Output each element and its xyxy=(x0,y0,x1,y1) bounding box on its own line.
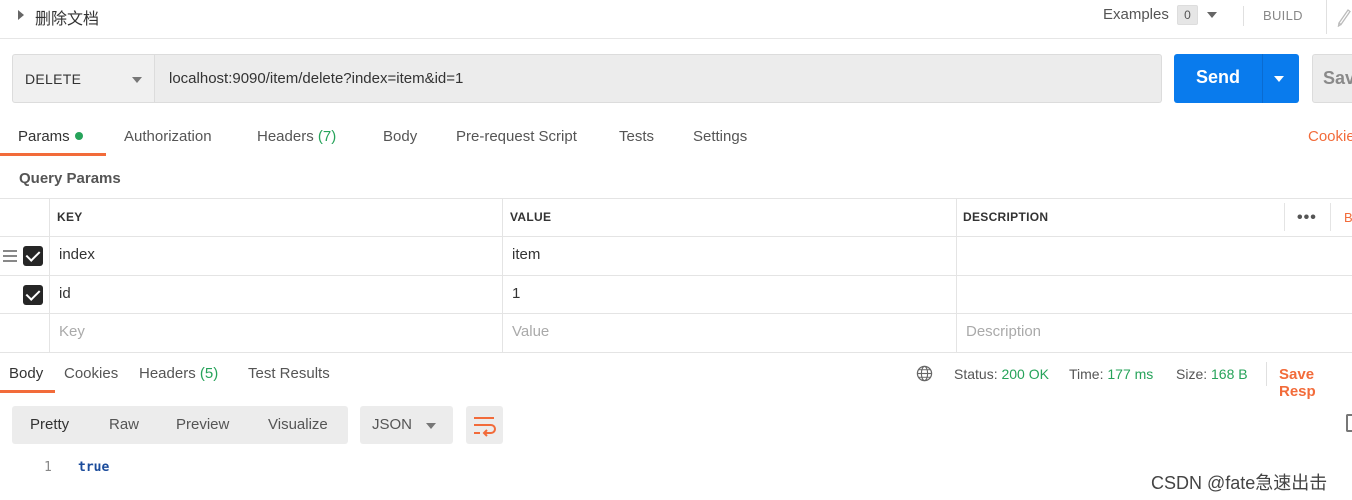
time-label: Time: xyxy=(1069,366,1104,382)
line-number: 1 xyxy=(44,460,52,475)
size-label: Size: xyxy=(1176,366,1208,382)
response-tab-cookies[interactable]: Cookies xyxy=(64,365,118,382)
new-value-input[interactable]: Value xyxy=(512,323,549,340)
table-border xyxy=(502,198,503,352)
headers-count: (7) xyxy=(317,128,337,145)
url-input[interactable]: localhost:9090/item/delete?index=item&id… xyxy=(155,54,1162,103)
size-value: 168 B xyxy=(1211,366,1248,382)
view-mode-raw[interactable]: Raw xyxy=(109,416,139,433)
param-enabled-checkbox[interactable] xyxy=(23,246,43,266)
send-label: Send xyxy=(1196,67,1241,87)
response-tab-test-results[interactable]: Test Results xyxy=(248,365,330,382)
examples-dropdown-icon[interactable] xyxy=(1207,12,1217,18)
tab-authorization[interactable]: Authorization xyxy=(124,128,212,145)
table-border xyxy=(956,198,957,352)
tab-settings[interactable]: Settings xyxy=(693,128,747,145)
response-time: Time: 177 ms xyxy=(1069,366,1153,382)
globe-icon[interactable] xyxy=(916,365,933,382)
status-value: 200 OK xyxy=(1001,366,1049,382)
response-tab-headers[interactable]: Headers (5) xyxy=(139,365,218,382)
params-active-dot xyxy=(74,132,83,140)
bulk-edit-link[interactable]: B xyxy=(1344,210,1352,225)
save-response-button[interactable]: Save Resp xyxy=(1279,366,1352,400)
response-tab-headers-label: Headers xyxy=(139,365,196,382)
examples-button[interactable]: Examples xyxy=(1103,6,1169,23)
view-mode-pretty[interactable]: Pretty xyxy=(30,416,69,433)
save-label: Sav xyxy=(1323,68,1352,88)
param-value[interactable]: 1 xyxy=(512,285,520,302)
column-header-description: DESCRIPTION xyxy=(963,210,1049,224)
method-label: DELETE xyxy=(25,71,82,87)
param-key[interactable]: index xyxy=(59,246,95,263)
view-mode-group: Pretty Raw Preview Visualize xyxy=(12,406,348,444)
request-name[interactable]: 删除文档 xyxy=(35,5,99,29)
status-label: Status: xyxy=(954,366,998,382)
divider xyxy=(1262,54,1263,103)
more-options-icon[interactable]: ••• xyxy=(1297,209,1317,227)
divider xyxy=(1326,0,1327,34)
format-label: JSON xyxy=(372,416,413,433)
watermark: CSDN @fate急速出击 xyxy=(1151,473,1328,493)
wrap-lines-button[interactable] xyxy=(466,406,503,444)
method-select[interactable]: DELETE xyxy=(12,54,155,103)
tab-params[interactable]: Params xyxy=(18,128,83,145)
tab-headers-label: Headers xyxy=(257,128,314,145)
tab-tests[interactable]: Tests xyxy=(619,128,654,145)
active-tab-indicator xyxy=(0,153,106,156)
divider xyxy=(1266,362,1267,386)
new-description-input[interactable]: Description xyxy=(966,323,1041,340)
time-value: 177 ms xyxy=(1107,366,1154,382)
wrap-lines-icon xyxy=(474,417,496,437)
request-header-bar: 删除文档 Examples 0 BUILD xyxy=(0,0,1352,39)
active-response-tab-indicator xyxy=(0,390,55,393)
tab-prerequest-script[interactable]: Pre-request Script xyxy=(456,128,577,145)
response-status: Status: 200 OK xyxy=(954,366,1049,382)
chevron-down-icon xyxy=(132,77,142,83)
chevron-down-icon xyxy=(426,423,436,429)
divider xyxy=(1243,6,1244,26)
table-border xyxy=(1330,203,1331,231)
expand-toggle-icon[interactable] xyxy=(18,10,24,20)
examples-count-badge: 0 xyxy=(1177,5,1198,25)
tab-params-label: Params xyxy=(18,128,70,145)
column-header-value: VALUE xyxy=(510,210,552,224)
param-enabled-checkbox[interactable] xyxy=(23,285,43,305)
table-border xyxy=(49,198,50,352)
view-mode-visualize[interactable]: Visualize xyxy=(268,416,328,433)
format-select[interactable]: JSON xyxy=(360,406,453,444)
response-headers-count: (5) xyxy=(199,365,219,382)
table-border xyxy=(0,198,1352,199)
column-header-key: KEY xyxy=(57,210,83,224)
table-border xyxy=(1284,203,1285,231)
table-border xyxy=(0,275,1352,276)
tab-headers[interactable]: Headers (7) xyxy=(257,128,336,145)
table-border xyxy=(0,352,1352,353)
copy-icon[interactable] xyxy=(1346,414,1352,432)
view-mode-preview[interactable]: Preview xyxy=(176,416,229,433)
save-button[interactable]: Sav xyxy=(1312,54,1352,103)
edit-pencil-icon[interactable] xyxy=(1336,5,1352,27)
response-tab-body[interactable]: Body xyxy=(9,365,43,382)
build-mode-button[interactable]: BUILD xyxy=(1263,8,1303,23)
table-border xyxy=(0,236,1352,237)
table-border xyxy=(0,313,1352,314)
response-size: Size: 168 B xyxy=(1176,366,1248,382)
drag-handle-icon[interactable] xyxy=(3,250,17,265)
new-key-input[interactable]: Key xyxy=(59,323,85,340)
send-button[interactable]: Send xyxy=(1174,54,1299,103)
tab-body[interactable]: Body xyxy=(383,128,417,145)
send-options-dropdown-icon[interactable] xyxy=(1274,76,1284,82)
url-text: localhost:9090/item/delete?index=item&id… xyxy=(169,70,464,87)
param-value[interactable]: item xyxy=(512,246,540,263)
param-key[interactable]: id xyxy=(59,285,71,302)
section-title-query-params: Query Params xyxy=(19,170,121,187)
cookies-link[interactable]: Cookie xyxy=(1308,128,1352,145)
response-body-content: true xyxy=(78,460,110,475)
